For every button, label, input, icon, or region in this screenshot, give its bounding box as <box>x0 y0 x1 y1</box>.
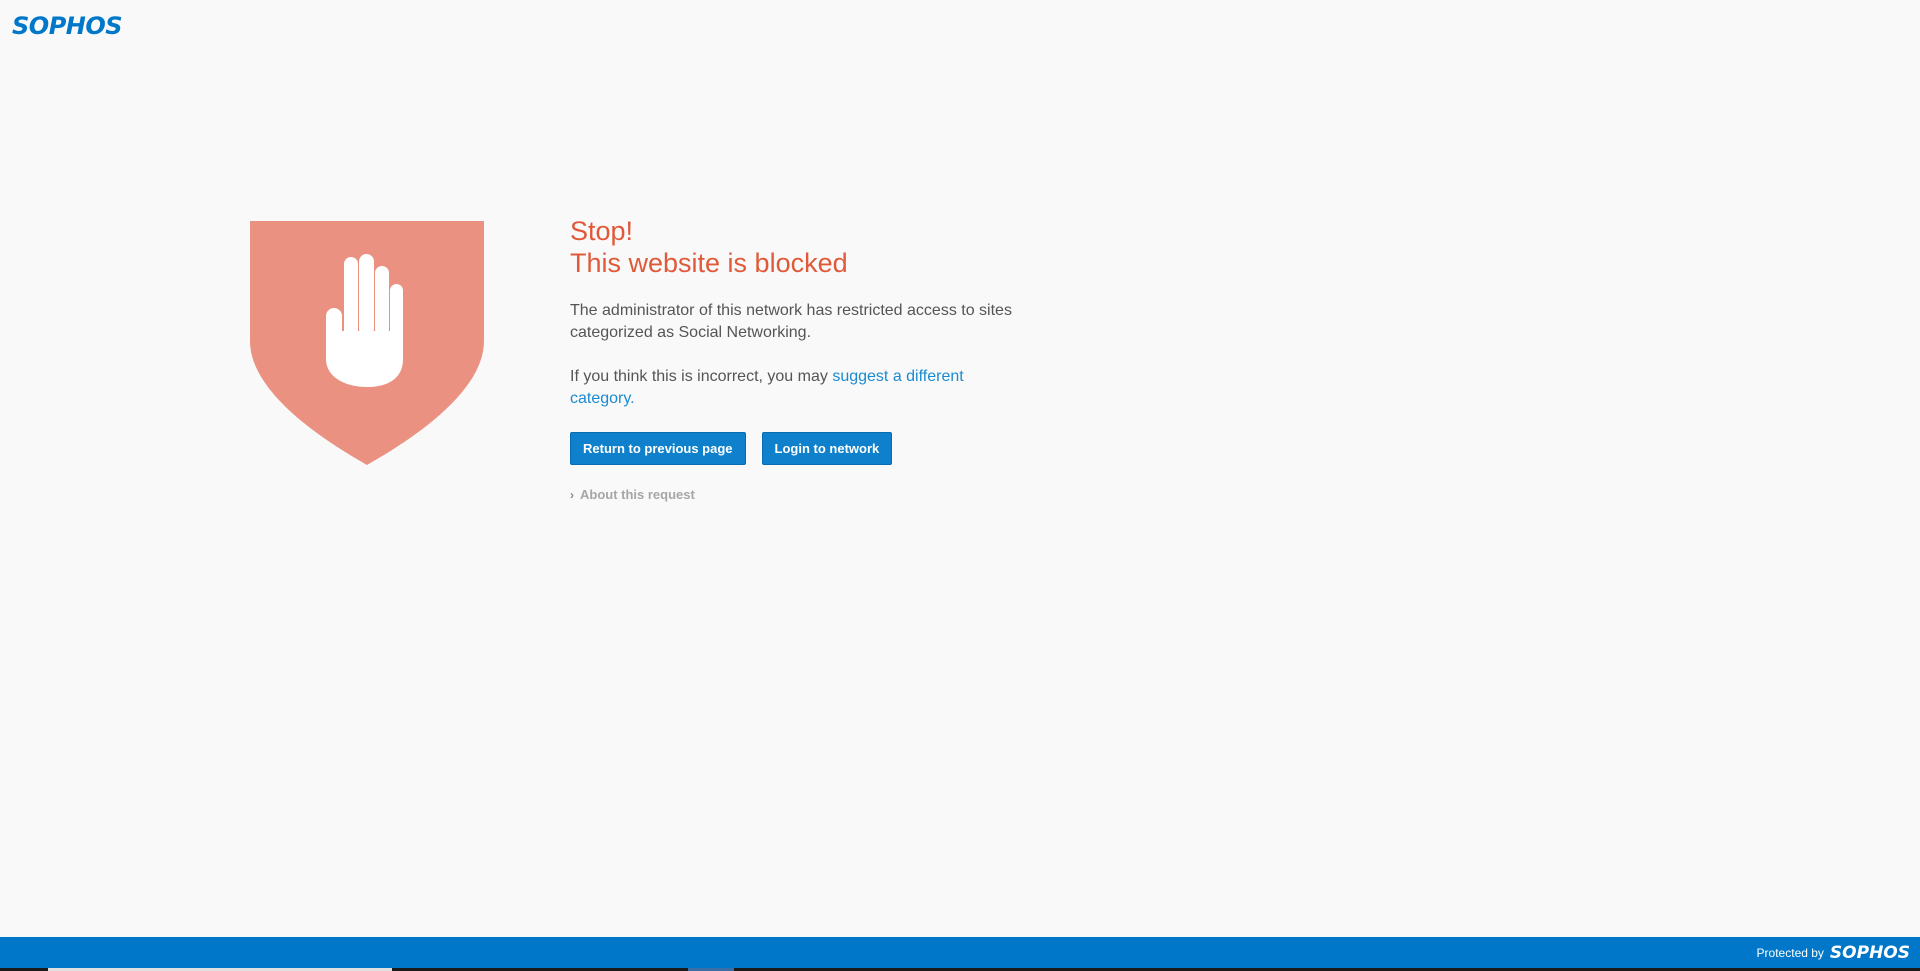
suggest-message: If you think this is incorrect, you may … <box>570 366 1030 410</box>
about-request-label: About this request <box>580 487 695 502</box>
action-buttons: Return to previous page Login to network <box>570 432 1030 465</box>
title-line-stop: Stop! <box>570 216 634 246</box>
footer-bar: Protected by SOPHOS <box>0 937 1920 971</box>
title-line-blocked: This website is blocked <box>570 248 848 278</box>
login-network-button[interactable]: Login to network <box>761 432 893 465</box>
suggest-message-prefix: If you think this is incorrect, you may <box>570 368 833 385</box>
block-content: Stop! This website is blocked The admini… <box>570 215 1030 502</box>
footer-sophos-logo: SOPHOS <box>1829 943 1910 963</box>
chevron-right-icon: › <box>570 487 574 502</box>
about-request-toggle[interactable]: › About this request <box>570 487 1030 502</box>
restriction-message: The administrator of this network has re… <box>570 302 1012 341</box>
sophos-logo: SOPHOS <box>12 12 123 40</box>
footer-branding: Protected by SOPHOS <box>1757 937 1910 969</box>
hand-stop-shield-icon <box>250 221 484 465</box>
protected-by-label: Protected by <box>1756 946 1824 960</box>
page-title: Stop! This website is blocked <box>570 215 1030 279</box>
block-page: SOPHOS Stop! This website is blocked The… <box>0 0 1920 971</box>
return-previous-button[interactable]: Return to previous page <box>570 432 746 465</box>
